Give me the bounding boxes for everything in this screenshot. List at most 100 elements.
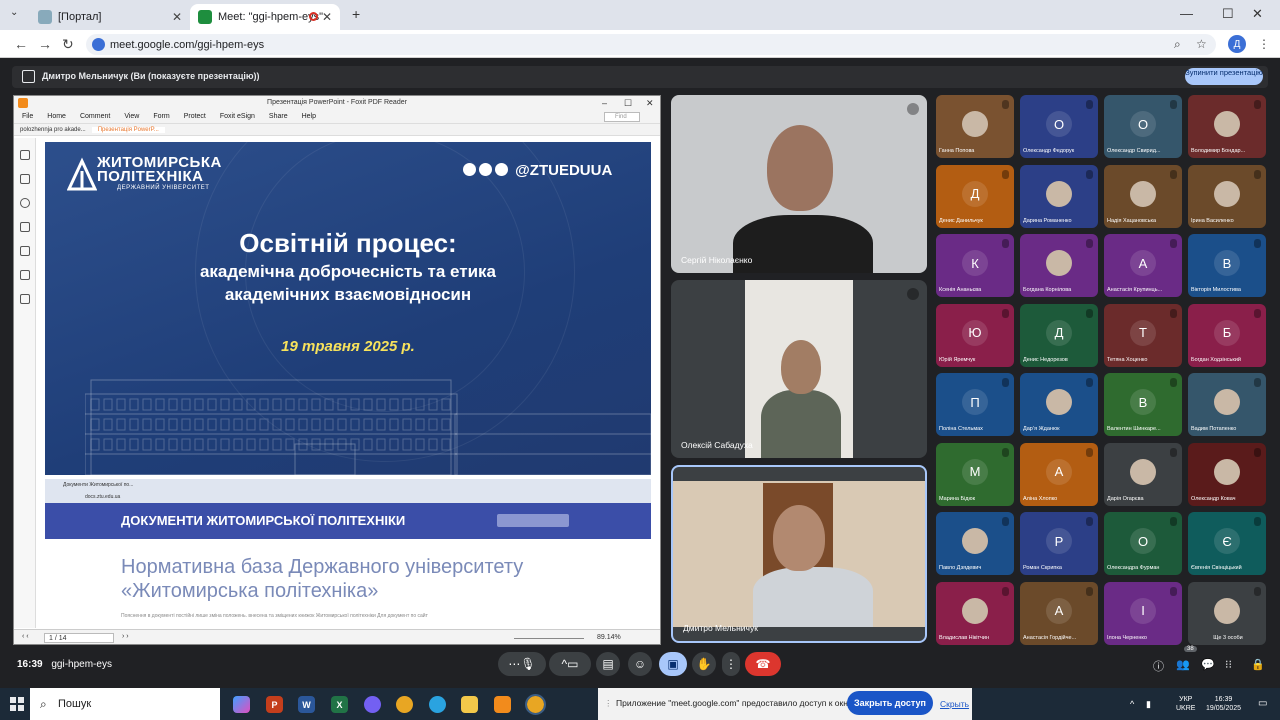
security-icon[interactable] (20, 270, 30, 280)
participant-tile[interactable]: І Ілона Черненко (1104, 581, 1182, 645)
more-options-button[interactable]: ⋮ (722, 652, 740, 676)
word-icon[interactable]: W (298, 696, 315, 713)
menu-help[interactable]: Help (302, 113, 316, 120)
file-explorer-icon[interactable] (461, 696, 478, 713)
activities-icon[interactable]: ⁝⁝ (1225, 658, 1232, 671)
foxit-icon[interactable] (494, 696, 511, 713)
participant-tile[interactable]: Ірина Василенко (1188, 164, 1266, 228)
participant-tile[interactable]: Ю Юрій Яремчук (936, 303, 1014, 367)
tab-search-icon[interactable]: ⌄ (10, 7, 18, 18)
tab-portal[interactable]: [Портал] ✕ (30, 4, 190, 30)
find-input[interactable]: Find (604, 112, 640, 122)
bookmark-icon[interactable] (20, 150, 30, 160)
attachment-icon[interactable] (20, 246, 30, 256)
maximize-icon[interactable]: ☐ (1222, 6, 1234, 22)
raise-hand-button[interactable]: ✋ (692, 652, 716, 676)
chat-icon[interactable]: 💬 (1201, 658, 1215, 671)
participant-tile[interactable]: Олександр Ковач (1188, 442, 1266, 506)
camera-button[interactable]: ^ ▭ (549, 652, 591, 676)
participant-tile[interactable]: А Анастасія Крупинць... (1104, 234, 1182, 297)
participant-tile[interactable]: В Вікторія Милостива (1188, 234, 1266, 297)
doc-tab-polozhennja[interactable]: polozhennja pro akade... (14, 127, 92, 133)
participant-tile[interactable]: Б Богдан Ходзінський (1188, 303, 1266, 367)
participant-tile[interactable]: Дар’я Жданюк (1020, 373, 1098, 436)
participant-tile[interactable]: Дарина Романенко (1020, 164, 1098, 228)
reactions-button[interactable]: ☺ (628, 652, 652, 676)
copilot-icon[interactable] (233, 696, 250, 713)
participant-tile[interactable]: Вадим Потапенко (1188, 373, 1266, 436)
participant-tile[interactable]: Ще 3 особи (1188, 581, 1266, 645)
minimize-icon[interactable]: — (1180, 6, 1193, 21)
url-input[interactable]: meet.google.com/ggi-hpem-eys (86, 34, 1216, 55)
doc-tab-presentation[interactable]: Презентація PowerP... (91, 126, 165, 133)
participant-tile[interactable]: Р Роман Скрипка (1020, 512, 1098, 575)
close-window-icon[interactable]: ✕ (1252, 6, 1263, 22)
page-number-input[interactable]: 1 / 14 (44, 633, 114, 643)
people-icon[interactable]: 👥 (1176, 658, 1190, 671)
chrome-icon[interactable] (396, 696, 413, 713)
reload-icon[interactable]: ↻ (62, 36, 74, 53)
maximize-icon[interactable]: ☐ (624, 96, 632, 110)
layers-icon[interactable] (20, 222, 30, 232)
participant-tile[interactable]: Володимир Бондар... (1188, 95, 1266, 158)
menu-form[interactable]: Form (153, 113, 169, 120)
stop-sharing-button[interactable]: Закрыть доступ (847, 691, 933, 715)
input-language[interactable]: УКР UKRE (1176, 695, 1195, 713)
participant-tile[interactable]: Дарія Огарєва (1104, 442, 1182, 506)
chrome-active-icon[interactable] (525, 694, 546, 715)
menu-share[interactable]: Share (269, 113, 288, 120)
menu-esign[interactable]: Foxit eSign (220, 113, 255, 120)
comment-icon[interactable] (20, 198, 30, 208)
taskbar-search[interactable]: ⌕ Пошук (30, 688, 220, 720)
menu-view[interactable]: View (124, 113, 139, 120)
participant-tile[interactable]: Ганна Попова (936, 95, 1014, 158)
info-icon[interactable]: ⓘ (1153, 658, 1164, 674)
participant-tile[interactable]: О Олександра Фурман (1104, 512, 1182, 575)
site-info-icon[interactable] (92, 38, 105, 51)
tab-meet[interactable]: Meet: "ggi-hpem-eys" ✕ (190, 4, 340, 30)
participant-tile[interactable]: Надія Хацановська (1104, 164, 1182, 228)
bookmark-star-icon[interactable]: ☆ (1196, 37, 1207, 51)
participant-tile[interactable]: О Олександр Федорук (1020, 95, 1098, 158)
participant-tile[interactable]: П Поліна Стельмах (936, 373, 1014, 436)
powerpoint-icon[interactable]: P (266, 696, 283, 713)
host-controls-icon[interactable]: 🔒 (1251, 658, 1265, 671)
signature-icon[interactable] (20, 294, 30, 304)
leave-call-button[interactable]: ☎ (745, 652, 781, 676)
new-tab-button[interactable]: + (352, 6, 360, 22)
participant-tile[interactable]: А Аліна Хлопко (1020, 442, 1098, 506)
menu-file[interactable]: File (22, 113, 33, 120)
profile-avatar[interactable]: Д (1228, 35, 1246, 53)
forward-icon[interactable]: → (38, 36, 52, 52)
zoom-icon[interactable]: ⌕ (1174, 37, 1181, 52)
telegram-icon[interactable] (429, 696, 446, 713)
excel-icon[interactable]: X (331, 696, 348, 713)
captions-button[interactable]: ▤ (596, 652, 620, 676)
tray-chevron-icon[interactable]: ^ (1130, 699, 1134, 709)
close-icon[interactable]: ✕ (172, 10, 182, 24)
participant-tile[interactable]: О Олександр Свирид... (1104, 95, 1182, 158)
close-icon[interactable]: ✕ (646, 96, 654, 110)
clock[interactable]: 16:39 19/05/2025 (1206, 695, 1241, 713)
more-audio-options-button[interactable]: ⋯ 🎙 (498, 652, 546, 676)
menu-home[interactable]: Home (47, 113, 66, 120)
pages-icon[interactable] (20, 174, 30, 184)
participant-tile[interactable]: М Марина Бідюк (936, 442, 1014, 506)
menu-protect[interactable]: Protect (184, 113, 206, 120)
participant-tile[interactable]: А Анастасія Гордійче... (1020, 581, 1098, 645)
video-tile-2[interactable]: Олексій Сабадуха (671, 280, 927, 458)
notification-center-icon[interactable]: ▭ (1258, 698, 1267, 709)
prev-page-icon[interactable]: ‹ ‹ (22, 633, 29, 640)
drag-handle-icon[interactable]: ⋮ (604, 698, 613, 709)
participant-tile[interactable]: Д Денис Данильчук (936, 164, 1014, 228)
viber-icon[interactable] (364, 696, 381, 713)
present-button[interactable]: ▣ (659, 652, 687, 676)
participant-tile[interactable]: К Ксенія Ананьєва (936, 234, 1014, 297)
more-menu-icon[interactable]: ⋮ (1258, 37, 1270, 51)
menu-comment[interactable]: Comment (80, 113, 110, 120)
participant-tile[interactable]: В Валентин Шинкаре... (1104, 373, 1182, 436)
stop-presenting-button[interactable]: Зупинити презентацію (1185, 68, 1263, 85)
close-icon[interactable]: ✕ (322, 10, 332, 24)
zoom-slider[interactable] (514, 638, 584, 639)
minimize-icon[interactable]: – (602, 96, 607, 110)
